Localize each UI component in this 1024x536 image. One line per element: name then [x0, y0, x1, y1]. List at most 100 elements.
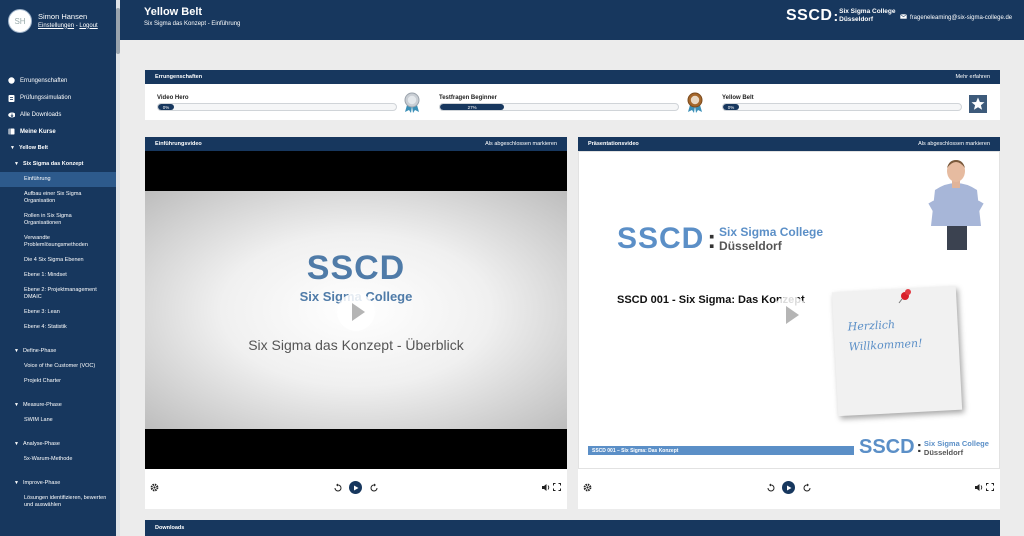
brand-logo: SSCD : Six Sigma College Düsseldorf: [786, 7, 895, 25]
page-title: Yellow Belt: [144, 6, 203, 18]
sidebar-item-courses[interactable]: Meine Kurse: [0, 123, 116, 140]
sidebar-item-label: Alle Downloads: [20, 111, 62, 118]
sidebar-item-downloads[interactable]: Alle Downloads: [0, 106, 116, 123]
user-panel: SH Simon Hansen Einstellungen - Logout: [8, 9, 98, 33]
lesson-item[interactable]: SWIM Lane: [0, 413, 116, 428]
sidebar-item-label: Prüfungssimulation: [20, 94, 72, 101]
sidebar-item-label: Meine Kurse: [20, 128, 56, 135]
video-caption: Six Sigma das Konzept - Überblick: [248, 337, 464, 353]
play-button[interactable]: [349, 481, 362, 494]
brand-logo-colon: :: [833, 8, 839, 24]
lesson-item[interactable]: Verwandte Problemlösungsmethoden: [0, 231, 116, 253]
contact-email[interactable]: frageneleaming@six-sigma-college.de: [900, 14, 1012, 21]
downloads-header: Downloads: [145, 520, 1000, 536]
video-controls: [145, 469, 567, 509]
medal-bronze-icon: [685, 92, 705, 114]
footer-logo-line2: Düsseldorf: [923, 447, 964, 457]
lesson-item[interactable]: Ebene 4: Statistik: [0, 320, 116, 335]
section-label: Analyse-Phase: [22, 441, 60, 447]
intro-video-player[interactable]: SSCD Six Sigma College Six Sigma das Kon…: [145, 151, 567, 469]
rewind-icon[interactable]: [333, 483, 343, 495]
intro-video-title: Einführungsvideo: [155, 141, 202, 147]
mark-complete-link[interactable]: Als abgeschlossen markieren: [485, 141, 557, 147]
forward-icon[interactable]: [802, 483, 812, 495]
fullscreen-icon[interactable]: [986, 483, 994, 493]
settings-gear-icon[interactable]: [150, 483, 159, 494]
play-button[interactable]: [782, 481, 795, 494]
slide-footer-bar: SSCD 001 – Six Sigma: Das Konzept: [588, 446, 854, 455]
section-analyse[interactable]: ▼ Analyse-Phase: [0, 436, 116, 452]
section-define[interactable]: ▼ Define-Phase: [0, 343, 116, 359]
slide-logo-line2: Düsseldorf: [719, 239, 782, 253]
slide-logo-line1: Six Sigma College: [719, 225, 824, 239]
email-text: frageneleaming@six-sigma-college.de: [910, 14, 1013, 21]
lesson-item[interactable]: Die 4 Six Sigma Ebenen: [0, 253, 116, 268]
slide-footer-logo: SSCD : Six Sigma College Düsseldorf: [859, 436, 989, 459]
circle-icon: [8, 77, 15, 84]
video-play-overlay[interactable]: [771, 296, 809, 334]
chevron-down-icon: ▼: [14, 480, 19, 486]
lesson-item[interactable]: Lösungen identifizieren, bewerten und au…: [0, 491, 116, 513]
logout-link[interactable]: Logout: [79, 23, 97, 29]
achievements-panel: Errungenschaften Mehr erfahren Video Her…: [145, 70, 1000, 120]
downloads-panel: Downloads: [145, 520, 1000, 536]
section-improve[interactable]: ▼ Improve-Phase: [0, 475, 116, 491]
chevron-down-icon: ▼: [14, 402, 19, 408]
forward-icon[interactable]: [369, 483, 379, 495]
section-label: Measure-Phase: [22, 402, 62, 408]
achievement-progress-bar: 0%: [722, 103, 962, 111]
sidebar-item-exam[interactable]: Prüfungssimulation: [0, 89, 116, 106]
avatar[interactable]: SH: [8, 9, 32, 33]
user-name: Simon Hansen: [38, 11, 88, 21]
volume-icon[interactable]: [974, 483, 984, 494]
downloads-title: Downloads: [155, 525, 185, 531]
play-icon: [351, 303, 365, 321]
intro-video-panel: Einführungsvideo Als abgeschlossen marki…: [145, 137, 567, 509]
achievement-progress-bar: 0%: [157, 103, 397, 111]
settings-link[interactable]: Einstellungen: [38, 23, 74, 29]
progress-fill: 0%: [723, 104, 739, 110]
star-badge-icon: [969, 95, 987, 113]
lesson-item[interactable]: Ebene 3: Lean: [0, 305, 116, 320]
course-yellow-belt[interactable]: ▼ Yellow Belt: [0, 140, 116, 156]
video-logo: SSCD: [306, 249, 406, 287]
lesson-item[interactable]: Einführung: [0, 172, 116, 187]
achievement-item: Video Hero 0%: [157, 95, 397, 111]
lesson-item[interactable]: Projekt Charter: [0, 374, 116, 389]
video-frame: SSCD Six Sigma College Six Sigma das Kon…: [145, 191, 567, 429]
chevron-down-icon: ▼: [10, 145, 15, 151]
more-link[interactable]: Mehr erfahren: [955, 74, 990, 80]
sidebar-item-achievements[interactable]: Errungenschaften: [0, 72, 116, 89]
section-label: Improve-Phase: [22, 480, 61, 486]
presentation-video-title: Präsentationsvideo: [588, 141, 639, 147]
presentation-video-player[interactable]: SSCD : Six Sigma College Düsseldorf SSCD…: [578, 151, 1000, 469]
lesson-item[interactable]: Aufbau einer Six Sigma Organisation: [0, 187, 116, 209]
fullscreen-icon[interactable]: [553, 483, 561, 493]
lesson-item[interactable]: Ebene 2: Projektmanagement DMAIC: [0, 283, 116, 305]
section-label: Define-Phase: [22, 348, 57, 354]
lesson-item[interactable]: Voice of the Customer (VOC): [0, 359, 116, 374]
settings-gear-icon[interactable]: [583, 483, 592, 494]
course-label: Yellow Belt: [18, 145, 48, 151]
sidebar-scrollbar[interactable]: [116, 0, 120, 536]
pin-icon: [897, 288, 913, 304]
rewind-icon[interactable]: [766, 483, 776, 495]
achievements-title: Errungenschaften: [155, 74, 203, 80]
envelope-icon: [900, 14, 907, 21]
chevron-down-icon: ▼: [14, 348, 19, 354]
section-konzept[interactable]: ▼ Six Sigma das Konzept: [0, 156, 116, 172]
lesson-item[interactable]: Rollen in Six Sigma Organisationen: [0, 209, 116, 231]
footer-logo-colon: :: [916, 438, 922, 456]
video-play-overlay[interactable]: [337, 293, 375, 331]
lesson-item[interactable]: Ebene 1: Mindset: [0, 268, 116, 283]
sidebar-item-label: Errungenschaften: [20, 77, 68, 84]
volume-icon[interactable]: [541, 483, 551, 494]
lesson-item[interactable]: 5x-Warum-Methode: [0, 452, 116, 467]
mark-complete-link[interactable]: Als abgeschlossen markieren: [918, 141, 990, 147]
chevron-down-icon: ▼: [14, 441, 19, 447]
page-header: Yellow Belt Six Sigma das Konzept - Einf…: [120, 0, 1024, 40]
section-measure[interactable]: ▼ Measure-Phase: [0, 397, 116, 413]
brand-line1: Six Sigma College: [839, 8, 896, 15]
presentation-video-panel: Präsentationsvideo Als abgeschlossen mar…: [578, 137, 1000, 509]
medal-silver-icon: [402, 92, 422, 114]
